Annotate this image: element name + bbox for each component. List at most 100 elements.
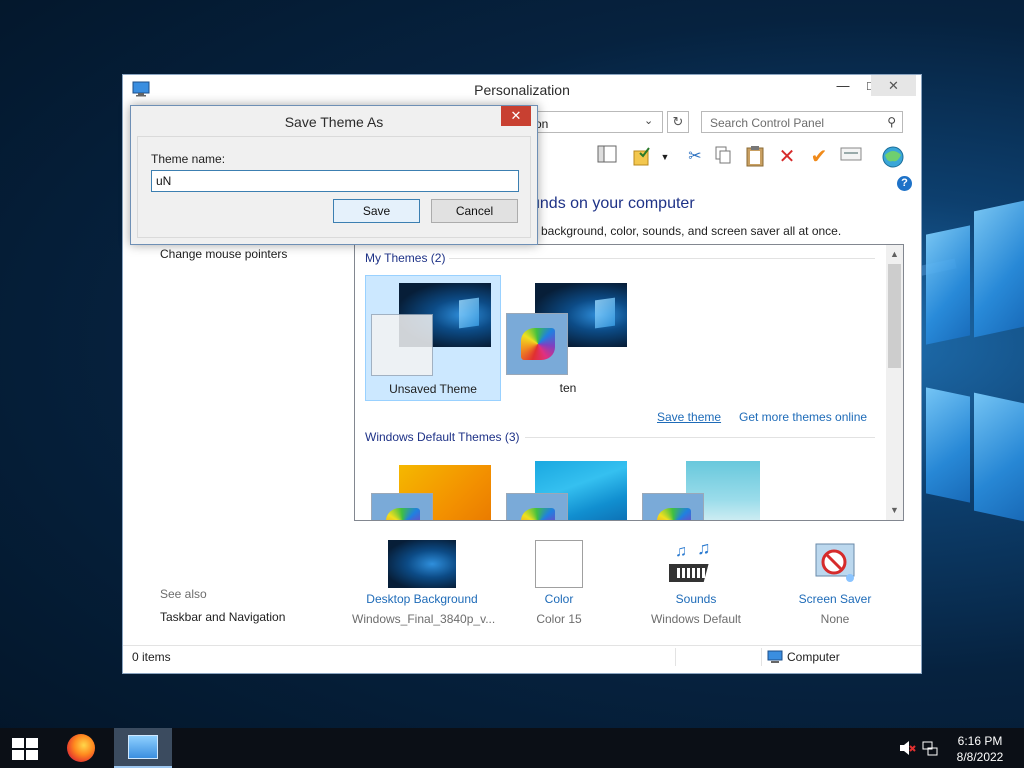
window-title: Personalization <box>474 82 570 98</box>
screen-saver-icon <box>810 540 860 588</box>
color-item[interactable]: Color Color 15 <box>489 540 629 626</box>
globe-icon[interactable] <box>881 145 905 169</box>
color-palette-icon <box>386 508 420 520</box>
firefox-icon <box>67 734 95 762</box>
dialog-title: Save Theme As <box>284 114 384 130</box>
windows-logo-icon <box>12 738 24 748</box>
theme-thumbnail-color <box>371 493 433 520</box>
minimize-button[interactable]: — <box>829 75 857 96</box>
windows-logo-icon <box>12 750 24 760</box>
start-button[interactable] <box>12 738 38 760</box>
status-items-count: 0 items <box>132 650 171 664</box>
sounds-icon: ♫ ♫ <box>663 538 723 588</box>
windows-logo-icon <box>26 738 38 748</box>
folder-check-icon[interactable] <box>631 145 655 169</box>
clock-date: 8/8/2022 <box>956 750 1004 764</box>
sidebar-item-mouse-pointers[interactable]: Change mouse pointers <box>160 247 287 261</box>
save-button[interactable]: Save <box>333 199 420 223</box>
cancel-button[interactable]: Cancel <box>431 199 518 223</box>
status-divider <box>675 648 676 666</box>
theme-thumbnail-window <box>371 314 433 376</box>
desktop-background-value: Windows_Final_3840p_v... <box>352 612 496 626</box>
save-theme-link[interactable]: Save theme <box>657 410 721 424</box>
group-header-my-themes: My Themes (2) <box>365 251 446 265</box>
sounds-item[interactable]: ♫ ♫ Sounds Windows Default <box>626 538 766 626</box>
color-swatch <box>535 540 583 588</box>
color-palette-icon <box>521 328 555 360</box>
color-palette-icon <box>521 508 555 520</box>
paste-icon[interactable] <box>743 145 767 169</box>
taskbar-control-panel[interactable] <box>114 728 172 768</box>
page-heading: unds on your computer <box>531 195 695 212</box>
theme-item-default-2[interactable] <box>500 457 636 520</box>
search-input[interactable]: Search Control Panel ⚲ <box>701 111 903 133</box>
see-also-label: See also <box>160 587 207 601</box>
computer-icon <box>767 650 783 667</box>
theme-item-default-1[interactable] <box>365 457 501 520</box>
taskbar-clock[interactable]: 6:16 PM 8/8/2022 <box>944 733 1016 765</box>
toolbar: ▼ ✂ ✕ ✔ <box>593 143 915 171</box>
sidebar-item-taskbar-navigation[interactable]: Taskbar and Navigation <box>160 610 285 624</box>
group-header-default-themes: Windows Default Themes (3) <box>365 430 520 444</box>
control-panel-icon <box>128 735 158 759</box>
dropdown-arrow-icon[interactable]: ▼ <box>653 145 677 169</box>
close-button[interactable]: ✕ <box>871 75 916 96</box>
screen-saver-title: Screen Saver <box>798 592 872 606</box>
scrollbar-thumb[interactable] <box>888 264 901 368</box>
volume-muted-icon[interactable] <box>898 740 916 759</box>
group-divider <box>449 258 875 259</box>
theme-list[interactable]: My Themes (2) Unsaved Theme ten Save the… <box>354 244 904 521</box>
layout-pane-icon[interactable] <box>595 145 619 169</box>
checkmark-icon[interactable]: ✔ <box>807 145 831 169</box>
theme-list-scrollbar[interactable]: ▲ ▼ <box>886 245 903 520</box>
clock-time: 6:16 PM <box>957 734 1003 748</box>
desktop-windows-logo-pane-bottom-right <box>974 392 1024 522</box>
desktop-windows-logo-pane-top-right <box>974 200 1024 338</box>
sounds-title: Sounds <box>675 592 717 606</box>
refresh-icon[interactable]: ↻ <box>667 111 689 133</box>
taskbar: 6:16 PM 8/8/2022 <box>0 728 1024 768</box>
save-theme-dialog: Save Theme As ✕ Theme name: Save Cancel <box>130 105 538 245</box>
screen-saver-item[interactable]: Screen Saver None <box>765 540 905 626</box>
get-more-themes-link[interactable]: Get more themes online <box>739 410 867 424</box>
delete-icon[interactable]: ✕ <box>775 145 799 169</box>
chevron-down-icon[interactable]: ⌄ <box>644 114 653 127</box>
theme-thumbnail-color <box>506 313 568 375</box>
desktop-background-thumbnail <box>388 540 456 588</box>
theme-item-unsaved[interactable]: Unsaved Theme <box>365 275 501 401</box>
help-icon[interactable]: ? <box>897 176 912 191</box>
search-placeholder: Search Control Panel <box>710 116 825 130</box>
svg-text:♫: ♫ <box>675 543 687 560</box>
network-icon[interactable] <box>922 740 938 759</box>
color-value: Color 15 <box>536 612 582 626</box>
status-location: Computer <box>787 650 840 664</box>
dialog-body: Theme name: Save Cancel <box>137 136 531 238</box>
theme-item-default-3[interactable] <box>636 457 772 520</box>
theme-label: Unsaved Theme <box>389 382 477 396</box>
cut-icon[interactable]: ✂ <box>683 145 707 169</box>
scroll-up-arrow-icon[interactable]: ▲ <box>886 246 903 263</box>
taskbar-firefox[interactable] <box>52 728 110 768</box>
scroll-down-arrow-icon[interactable]: ▼ <box>886 502 903 519</box>
title-bar[interactable]: Personalization — □ ✕ <box>123 75 921 105</box>
theme-item-ten[interactable]: ten <box>500 275 636 401</box>
properties-icon[interactable] <box>839 145 863 169</box>
screen-saver-value: None <box>820 612 850 626</box>
status-bar: 0 items Computer <box>123 645 921 667</box>
sounds-value: Windows Default <box>650 612 742 626</box>
windows-logo-icon <box>26 750 38 760</box>
color-title: Color <box>544 592 574 606</box>
copy-icon[interactable] <box>711 145 735 169</box>
desktop-background-item[interactable]: Desktop Background Windows_Final_3840p_v… <box>352 540 496 626</box>
color-palette-icon <box>657 508 691 520</box>
desktop-windows-logo-pane-bottom-left <box>926 387 970 503</box>
svg-text:♫: ♫ <box>697 540 711 558</box>
theme-name-input[interactable] <box>151 170 519 192</box>
theme-thumbnail-color <box>642 493 704 520</box>
search-icon: ⚲ <box>887 115 896 129</box>
theme-name-label: Theme name: <box>151 152 226 166</box>
theme-label: ten <box>559 381 577 395</box>
page-description: p background, color, sounds, and screen … <box>531 224 842 238</box>
dialog-close-button[interactable]: ✕ <box>501 106 531 126</box>
theme-thumbnail-color <box>506 493 568 520</box>
